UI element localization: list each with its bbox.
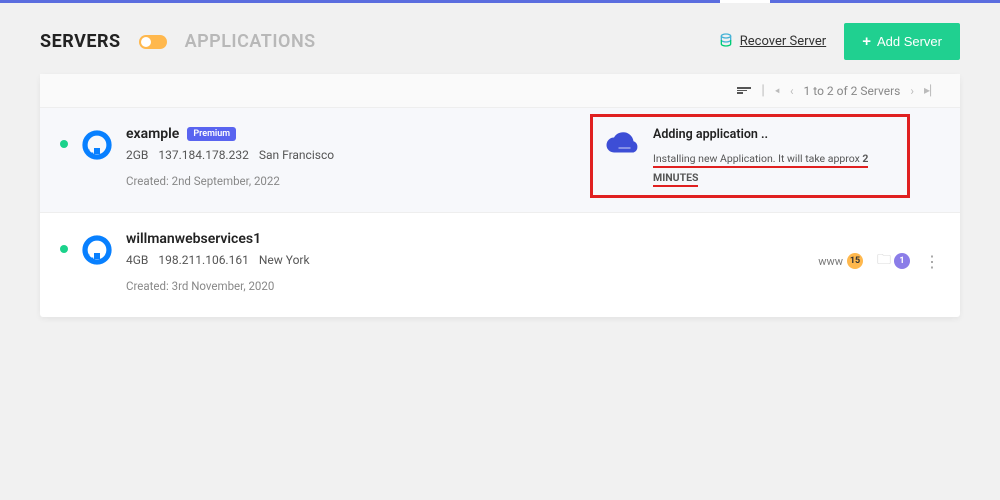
server-location: San Francisco <box>259 148 334 162</box>
server-row[interactable]: example Premium 2GB 137.184.178.232 San … <box>40 108 960 213</box>
server-created: Created: 3rd November, 2020 <box>126 279 818 293</box>
server-ram: 4GB <box>126 253 148 267</box>
folder-count: 1 <box>894 253 910 269</box>
recover-server-label: Recover Server <box>740 34 826 49</box>
provider-icon <box>82 130 112 160</box>
server-ip: 198.211.106.161 <box>158 253 248 267</box>
recover-icon <box>718 32 734 52</box>
folder-icon: 🗀 <box>877 249 891 273</box>
notice-title: Adding application .. <box>653 127 895 142</box>
server-ram: 2GB <box>126 148 148 162</box>
server-row[interactable]: willmanwebservices1 4GB 198.211.106.161 … <box>40 213 960 317</box>
tab-applications[interactable]: APPLICATIONS <box>185 31 316 52</box>
status-dot-icon <box>60 245 68 253</box>
server-location: New York <box>259 253 310 267</box>
server-name: willmanwebservices1 <box>126 231 261 247</box>
provider-icon <box>82 235 112 265</box>
pager-prev-icon[interactable]: ‹ <box>790 84 794 98</box>
add-server-label: Add Server <box>877 34 942 49</box>
cloud-icon <box>605 130 641 158</box>
notice-subtitle: Installing new Application. It will take… <box>653 152 868 187</box>
tab-servers[interactable]: SERVERS <box>40 31 121 52</box>
pager-last-icon[interactable]: ▸⎸ <box>924 83 942 98</box>
list-toolbar: ⎸◂ ‹ 1 to 2 of 2 Servers › ▸⎸ <box>40 74 960 108</box>
recover-server-link[interactable]: Recover Server <box>718 32 826 52</box>
server-name: example <box>126 126 179 142</box>
sort-icon[interactable] <box>737 87 751 94</box>
pager-next-icon[interactable]: › <box>910 84 914 98</box>
www-badge[interactable]: www 15 <box>818 253 863 269</box>
status-dot-icon <box>60 140 68 148</box>
server-ip: 137.184.178.232 <box>158 148 248 162</box>
folder-badge[interactable]: 🗀 1 <box>877 249 910 273</box>
pager: ⎸◂ ‹ 1 to 2 of 2 Servers › ▸⎸ <box>763 83 943 98</box>
adding-application-notice: Adding application .. Installing new App… <box>590 114 910 198</box>
row-menu-icon[interactable]: ⋮ <box>924 252 940 271</box>
page-header: SERVERS APPLICATIONS Recover Server + Ad… <box>40 23 960 60</box>
www-count: 15 <box>847 253 863 269</box>
plus-icon: + <box>862 33 871 50</box>
pager-range: 1 to 2 of 2 Servers <box>804 84 901 98</box>
pager-first-icon[interactable]: ⎸◂ <box>763 83 780 98</box>
add-server-button[interactable]: + Add Server <box>844 23 960 60</box>
premium-badge: Premium <box>187 127 236 141</box>
tab-toggle[interactable] <box>139 35 167 49</box>
servers-panel: ⎸◂ ‹ 1 to 2 of 2 Servers › ▸⎸ example Pr… <box>40 74 960 317</box>
